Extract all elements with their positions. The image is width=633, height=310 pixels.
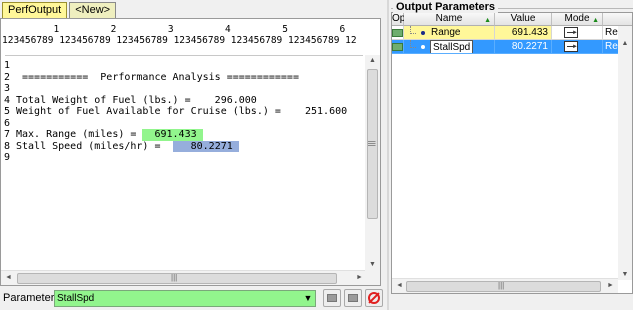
line-number: 8 <box>4 140 11 152</box>
scroll-up-arrow-icon[interactable]: ▲ <box>365 57 380 64</box>
app-window: PerfOutput <New> 1 2 3 4 5 6 123456789 12… <box>0 0 633 310</box>
input-output-icon: ► <box>564 41 578 52</box>
ruler-units: 123456789 123456789 123456789 123456789 … <box>2 35 357 46</box>
row-mode-cell[interactable]: ► <box>552 26 603 40</box>
output-pane: PerfOutput <New> 1 2 3 4 5 6 123456789 12… <box>0 0 385 310</box>
line-number: 9 <box>4 152 11 163</box>
line-number: 7 <box>4 129 11 140</box>
table-row[interactable]: Range 691.433 ► Rea <box>392 26 632 40</box>
line-text: Max. Range (miles) = <box>16 129 143 140</box>
line-text <box>10 83 16 95</box>
scroll-down-arrow-icon[interactable]: ▼ <box>618 271 632 278</box>
code-area[interactable]: 12 =========== Performance Analysis ====… <box>1 60 367 270</box>
row-name-cell[interactable]: Range <box>404 26 495 40</box>
text-editor[interactable]: 1 2 3 4 5 6 123456789 123456789 123456789… <box>0 18 381 286</box>
scroll-left-arrow-icon[interactable]: ◄ <box>1 274 16 281</box>
grid-icon <box>348 294 358 302</box>
stop-button[interactable] <box>365 289 383 307</box>
dropdown-arrow-icon[interactable]: ▼ <box>300 290 316 307</box>
ruler-tens: 1 2 3 4 5 6 <box>2 24 346 35</box>
column-header-op[interactable]: Op <box>392 13 405 26</box>
column-header-name-label: Name <box>435 13 463 24</box>
row-value[interactable]: 80.2271 <box>495 40 552 54</box>
code-line: 9 <box>1 152 367 164</box>
line-number: 5 <box>4 106 11 117</box>
scroll-down-arrow-icon[interactable]: ▼ <box>365 261 380 268</box>
tab-perfoutput[interactable]: PerfOutput <box>2 2 68 18</box>
line-text <box>10 60 16 72</box>
line-number: 4 <box>4 94 11 106</box>
grip-icon: ||| <box>171 273 178 282</box>
tab-strip: PerfOutput <New> <box>2 2 117 19</box>
code-line: 7 Max. Range (miles) = 691.433 <box>1 129 367 141</box>
panel-icon <box>327 294 337 302</box>
code-line: 8 Stall Speed (miles/hr) = 80.2271 <box>1 140 367 152</box>
row-name: Range <box>431 27 461 38</box>
bullet-icon <box>421 31 425 35</box>
line-text <box>10 118 16 130</box>
line-number: 2 <box>4 71 11 83</box>
toolbar-button-2[interactable] <box>344 289 362 307</box>
parameter-icon <box>392 43 403 51</box>
line-number: 6 <box>4 117 11 129</box>
column-header-mode-label: Mode <box>564 13 590 24</box>
bullet-icon <box>421 45 425 49</box>
vertical-scrollbar[interactable]: ▲ ▼ <box>618 26 632 280</box>
line-number: 3 <box>4 83 11 94</box>
parameter-label: Parameter <box>3 292 55 304</box>
code-line: 1 <box>1 60 367 72</box>
column-header-name[interactable]: Name ▲ <box>404 13 495 26</box>
row-op-cell <box>392 40 404 54</box>
code-line: 2 =========== Performance Analysis =====… <box>1 72 367 84</box>
row-value[interactable]: 691.433 <box>495 26 552 40</box>
horizontal-scrollbar[interactable]: ◄ ||| ► <box>392 278 618 293</box>
scroll-up-arrow-icon[interactable]: ▲ <box>618 40 632 47</box>
code-line: 4 Total Weight of Fuel (lbs.) = 296.000 <box>1 95 367 107</box>
scroll-right-arrow-icon[interactable]: ► <box>603 282 618 289</box>
grip-icon: ||| <box>498 281 505 290</box>
row-name: StallSpd <box>430 40 474 53</box>
vertical-scrollbar[interactable]: ▲ ||| ▼ <box>365 55 380 270</box>
toolbar-button-1[interactable] <box>323 289 341 307</box>
code-line: 3 <box>1 83 367 95</box>
code-line: 6 <box>1 118 367 130</box>
highlighted-value: 80.2271 <box>172 140 239 152</box>
output-parameters-grid[interactable]: Op Name ▲ Value Mode ▲ Range 691.433 ► Rea… <box>391 12 633 294</box>
scroll-corner <box>365 270 380 285</box>
column-header-value[interactable]: Value <box>495 13 552 26</box>
output-parameters-title: Output Parameters <box>393 1 499 13</box>
line-text: Total Weight of Fuel (lbs.) = 296.000 <box>16 94 257 106</box>
output-parameters-panel: Output Parameters Op Name ▲ Value Mode ▲ R… <box>391 0 633 310</box>
code-line: 5 Weight of Fuel Available for Cruise (lb… <box>1 106 367 118</box>
line-text: Weight of Fuel Available for Cruise (lbs… <box>16 106 348 117</box>
line-text <box>10 152 16 164</box>
scroll-left-arrow-icon[interactable]: ◄ <box>392 282 407 289</box>
row-mode-cell[interactable]: ► <box>552 40 603 54</box>
column-header-mode[interactable]: Mode ▲ <box>552 13 603 26</box>
column-ruler: 1 2 3 4 5 6 123456789 123456789 123456789… <box>1 19 367 55</box>
parameter-combobox[interactable]: StallSpd <box>54 290 316 307</box>
row-op-cell <box>392 26 404 40</box>
line-number: 1 <box>4 60 11 71</box>
input-output-icon: ► <box>564 27 578 38</box>
column-header-extra[interactable] <box>603 13 632 26</box>
tab-new[interactable]: <New> <box>69 2 117 18</box>
highlighted-value: 691.433 <box>142 129 203 141</box>
table-row-selected[interactable]: StallSpd 80.2271 ► Rea <box>392 40 632 54</box>
ruler-divider <box>5 55 363 56</box>
line-text: =========== Performance Analysis =======… <box>16 71 299 83</box>
horizontal-scrollbar[interactable]: ◄ ||| ► <box>1 270 367 285</box>
grip-icon: ||| <box>367 140 377 147</box>
parameter-bar: Parameter StallSpd ▼ <box>0 288 385 308</box>
parameter-icon <box>392 29 403 37</box>
line-text: Stall Speed (miles/hr) = <box>16 140 173 152</box>
row-name-cell[interactable]: StallSpd <box>404 40 495 54</box>
